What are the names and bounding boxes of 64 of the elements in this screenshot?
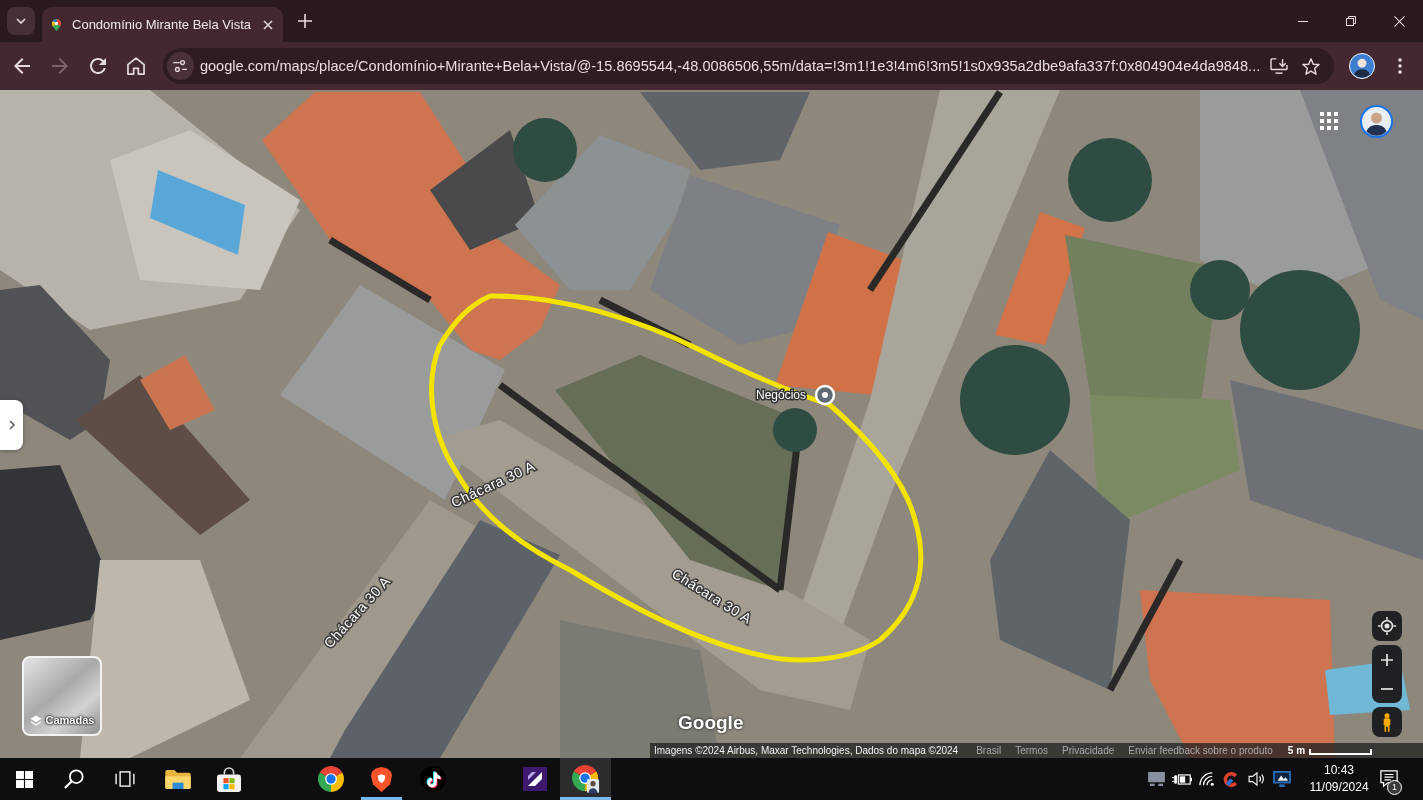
taskbar-app-button[interactable]: [560, 758, 611, 800]
browser-tab[interactable]: Condomínio Mirante Bela Vista: [42, 7, 283, 42]
profile-button[interactable]: [1348, 52, 1376, 80]
imagery-credit: Imagens ©2024 Airbus, Maxar Technologies, Dados do mapa ©2024: [654, 745, 959, 756]
attribution-link[interactable]: Termos: [1015, 745, 1048, 756]
zoom-out-button[interactable]: [1372, 674, 1402, 703]
browser-profile-icon[interactable]: [571, 765, 600, 793]
speaker-icon[interactable]: [1247, 772, 1266, 786]
chevron-right-icon: [8, 420, 15, 430]
place-marker-icon[interactable]: [814, 384, 836, 406]
clock-button[interactable]: 10:43 11/09/2024: [1304, 758, 1374, 800]
chevron-down-icon: [16, 18, 26, 24]
battery-icon[interactable]: [1171, 773, 1192, 785]
apps-grid-icon[interactable]: [1320, 112, 1338, 130]
folder-icon[interactable]: [164, 769, 191, 789]
shield-icon[interactable]: [371, 766, 392, 792]
plus-icon: [298, 14, 312, 28]
url-text: google.com/maps/place/Condomínio+Mirante+Bela+Vista/@-15.8695544,-48.0086506,55m/data=!3m1!1e3!4m6!3m5!1s0x935a2dbe9afa337f:0x804904e4da9848...: [199, 58, 1261, 74]
side-panel-toggle[interactable]: [0, 400, 23, 450]
tune-icon: [173, 60, 188, 72]
close-icon: [1393, 15, 1405, 27]
screen-icon[interactable]: [1148, 772, 1165, 786]
windows-logo-icon: [15, 770, 33, 788]
notification-icon[interactable]: [1380, 770, 1398, 788]
close-icon: [263, 19, 273, 30]
layers-icon: [29, 715, 42, 726]
install-icon: [1269, 58, 1288, 74]
map-logo: Google: [678, 712, 744, 734]
home-icon: [127, 57, 145, 75]
tab-search-button[interactable]: [7, 7, 35, 35]
map-pin-icon: [52, 16, 61, 33]
wifi-icon[interactable]: [1198, 772, 1215, 786]
forward-arrow-icon: [52, 58, 68, 74]
minus-icon: [1381, 687, 1393, 690]
monitor-icon[interactable]: [1272, 771, 1291, 787]
shopping-bag-icon[interactable]: [216, 766, 241, 792]
app-logo-icon[interactable]: [1223, 770, 1240, 788]
restore-icon: [1346, 16, 1356, 26]
attribution-link[interactable]: Privacidade: [1062, 745, 1115, 756]
minimize-icon: [1298, 20, 1308, 22]
more-options-icon: [1398, 58, 1402, 74]
zoom-in-button[interactable]: [1372, 645, 1402, 674]
plus-icon: [1381, 653, 1393, 666]
notification-count-badge: 1: [1387, 780, 1402, 795]
pegman-icon: [1382, 712, 1392, 732]
my-location-button[interactable]: [1372, 611, 1402, 641]
music-note-icon[interactable]: [419, 766, 446, 792]
street-view-button[interactable]: [1372, 707, 1402, 737]
tile-app-icon[interactable]: [522, 767, 547, 791]
browser-icon[interactable]: [317, 766, 344, 792]
scale-bar: [1309, 748, 1373, 755]
scale-label: 5 m: [1287, 745, 1306, 756]
address-bar[interactable]: google.com/maps/place/Condomínio+Mirante+Bela+Vista/@-15.8695544,-48.0086506,55m/data=!3m1!1e3!4m6!3m5!1s0x935a2dbe9afa337f:0x804904e4da9848...: [163, 48, 1334, 84]
site-info-button[interactable]: [167, 52, 194, 80]
account-avatar-icon[interactable]: [1360, 105, 1393, 138]
back-arrow-icon: [14, 58, 30, 74]
attribution-link[interactable]: Enviar feedback sobre o produto: [1128, 745, 1273, 756]
attribution-link[interactable]: Brasil: [976, 745, 1002, 756]
profile-avatar-icon: [1349, 53, 1375, 79]
my-location-icon: [1378, 617, 1396, 635]
reload-icon: [90, 58, 106, 74]
task-view-icon: [115, 771, 135, 787]
star-icon: [1301, 57, 1320, 75]
search-icon: [64, 769, 84, 789]
